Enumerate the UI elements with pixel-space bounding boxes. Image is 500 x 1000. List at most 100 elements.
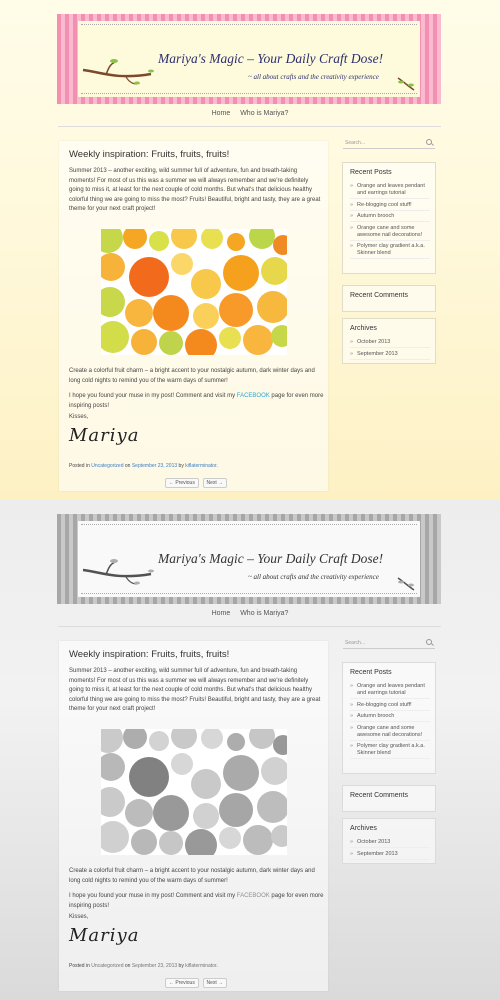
site-title[interactable]: Mariya's Magic – Your Daily Craft Dose!	[158, 51, 418, 67]
header-banner[interactable]: Mariya's Magic – Your Daily Craft Dose! …	[57, 14, 441, 104]
meta-posted-in: Posted in	[69, 963, 90, 969]
post-paragraph-2: Create a colorful fruit charm – a bright…	[69, 868, 315, 884]
meta-end: .	[216, 463, 218, 469]
meta-posted-in: Posted in	[69, 463, 90, 469]
category-link[interactable]: Uncategorized	[91, 463, 123, 469]
post-pager: ← Previous Next →	[165, 478, 229, 488]
post-paragraph-2: Create a colorful fruit charm – a bright…	[69, 368, 315, 384]
post-pager: ← Previous Next →	[165, 978, 229, 988]
post-title[interactable]: Weekly inspiration: Fruits, fruits, frui…	[69, 649, 229, 660]
meta-by: by	[178, 963, 184, 969]
meta-on: on	[124, 963, 131, 969]
recent-post-link[interactable]: Re-blogging cool stuff!	[350, 202, 430, 211]
archives-list: October 2013 September 2013	[350, 839, 430, 862]
main-nav: Home Who is Mariya?	[0, 610, 500, 617]
author-link[interactable]: kiflaterminator	[185, 463, 216, 469]
site-tagline: ~ all about crafts and the creativity ex…	[248, 573, 379, 581]
grayscale-screenshot: Mariya's Magic – Your Daily Craft Dose! …	[0, 500, 500, 1000]
signature: Mariya	[69, 925, 140, 946]
recent-comments-widget: Recent Comments	[342, 785, 436, 812]
search-placeholder: Search...	[345, 640, 366, 646]
post-title[interactable]: Weekly inspiration: Fruits, fruits, frui…	[69, 149, 229, 160]
archive-link[interactable]: September 2013	[350, 351, 430, 360]
post-kisses: Kisses,	[69, 414, 89, 420]
header-banner[interactable]: Mariya's Magic – Your Daily Craft Dose! …	[57, 514, 441, 604]
post-paragraph-3-start: I hope you found your muse in my post! C…	[69, 393, 237, 399]
recent-post-link[interactable]: Polymer clay gradient a.k.a. Skinner ble…	[350, 243, 430, 259]
previous-button[interactable]: ← Previous	[165, 478, 199, 488]
next-button[interactable]: Next →	[202, 978, 228, 988]
recent-posts-title: Recent Posts	[350, 169, 392, 176]
archives-widget: Archives October 2013 September 2013	[342, 818, 436, 864]
post-intro-text: Summer 2013 – another exciting, wild sum…	[69, 668, 321, 712]
archives-widget: Archives October 2013 September 2013	[342, 318, 436, 364]
branch-left-icon	[82, 559, 154, 585]
nav-who-is-mariya[interactable]: Who is Mariya?	[240, 110, 288, 117]
fruit-slices-photo	[101, 229, 287, 355]
site-title[interactable]: Mariya's Magic – Your Daily Craft Dose!	[158, 551, 418, 567]
facebook-link[interactable]: FACEBOOK	[237, 893, 270, 899]
post-meta: Posted in Uncategorized on September 23,…	[69, 463, 218, 469]
post-paragraph-3: I hope you found your muse in my post! C…	[69, 892, 324, 911]
recent-comments-title: Recent Comments	[350, 792, 408, 799]
page-stage: Mariya's Magic – Your Daily Craft Dose! …	[0, 0, 500, 500]
meta-end: .	[216, 963, 218, 969]
recent-comments-widget: Recent Comments	[342, 285, 436, 312]
archives-title: Archives	[350, 825, 377, 832]
recent-post-link[interactable]: Autumn brooch	[350, 213, 430, 222]
date-link[interactable]: September 23, 2013	[132, 463, 177, 469]
search-input[interactable]: Search...	[343, 137, 435, 149]
post-meta: Posted in Uncategorized on September 23,…	[69, 963, 218, 969]
recent-post-link[interactable]: Orange cane and some awesome nail decora…	[350, 725, 430, 741]
fruit-slices-photo	[101, 729, 287, 855]
post-intro: Summer 2013 – another exciting, wild sum…	[69, 167, 324, 215]
banner-panel: Mariya's Magic – Your Daily Craft Dose! …	[78, 21, 420, 97]
recent-posts-list: Orange and leaves pendant and earrings t…	[350, 183, 430, 262]
post-paragraph-3-start: I hope you found your muse in my post! C…	[69, 893, 237, 899]
search-icon[interactable]	[426, 639, 432, 645]
archives-title: Archives	[350, 325, 377, 332]
meta-on: on	[124, 463, 131, 469]
branch-right-icon	[397, 77, 415, 91]
post-article: Weekly inspiration: Fruits, fruits, frui…	[59, 641, 328, 991]
branch-right-icon	[397, 577, 415, 591]
search-placeholder: Search...	[345, 140, 366, 146]
date-link[interactable]: September 23, 2013	[132, 963, 177, 969]
branch-left-icon	[82, 59, 154, 85]
archive-link[interactable]: September 2013	[350, 851, 430, 860]
nav-home[interactable]: Home	[212, 610, 231, 617]
nav-divider	[58, 126, 441, 127]
recent-posts-widget: Recent Posts Orange and leaves pendant a…	[342, 662, 436, 774]
recent-post-link[interactable]: Orange and leaves pendant and earrings t…	[350, 683, 430, 699]
nav-divider	[58, 626, 441, 627]
recent-posts-list: Orange and leaves pendant and earrings t…	[350, 683, 430, 762]
category-link[interactable]: Uncategorized	[91, 963, 123, 969]
recent-post-link[interactable]: Re-blogging cool stuff!	[350, 702, 430, 711]
banner-panel: Mariya's Magic – Your Daily Craft Dose! …	[78, 521, 420, 597]
archives-list: October 2013 September 2013	[350, 339, 430, 362]
site-tagline: ~ all about crafts and the creativity ex…	[248, 73, 379, 81]
nav-home[interactable]: Home	[212, 110, 231, 117]
color-screenshot: Mariya's Magic – Your Daily Craft Dose! …	[0, 0, 500, 500]
author-link[interactable]: kiflaterminator	[185, 963, 216, 969]
facebook-link[interactable]: FACEBOOK	[237, 393, 270, 399]
recent-post-link[interactable]: Autumn brooch	[350, 713, 430, 722]
signature: Mariya	[69, 425, 140, 446]
search-icon[interactable]	[426, 139, 432, 145]
page-stage: Mariya's Magic – Your Daily Craft Dose! …	[0, 500, 500, 1000]
recent-comments-title: Recent Comments	[350, 292, 408, 299]
post-article: Weekly inspiration: Fruits, fruits, frui…	[59, 141, 328, 491]
post-paragraph-3: I hope you found your muse in my post! C…	[69, 392, 324, 411]
recent-post-link[interactable]: Orange and leaves pendant and earrings t…	[350, 183, 430, 199]
main-nav: Home Who is Mariya?	[0, 110, 500, 117]
next-button[interactable]: Next →	[202, 478, 228, 488]
previous-button[interactable]: ← Previous	[165, 978, 199, 988]
search-input[interactable]: Search...	[343, 637, 435, 649]
recent-posts-title: Recent Posts	[350, 669, 392, 676]
recent-post-link[interactable]: Orange cane and some awesome nail decora…	[350, 225, 430, 241]
nav-who-is-mariya[interactable]: Who is Mariya?	[240, 610, 288, 617]
post-intro: Summer 2013 – another exciting, wild sum…	[69, 667, 324, 715]
archive-link[interactable]: October 2013	[350, 339, 430, 348]
recent-post-link[interactable]: Polymer clay gradient a.k.a. Skinner ble…	[350, 743, 430, 759]
archive-link[interactable]: October 2013	[350, 839, 430, 848]
